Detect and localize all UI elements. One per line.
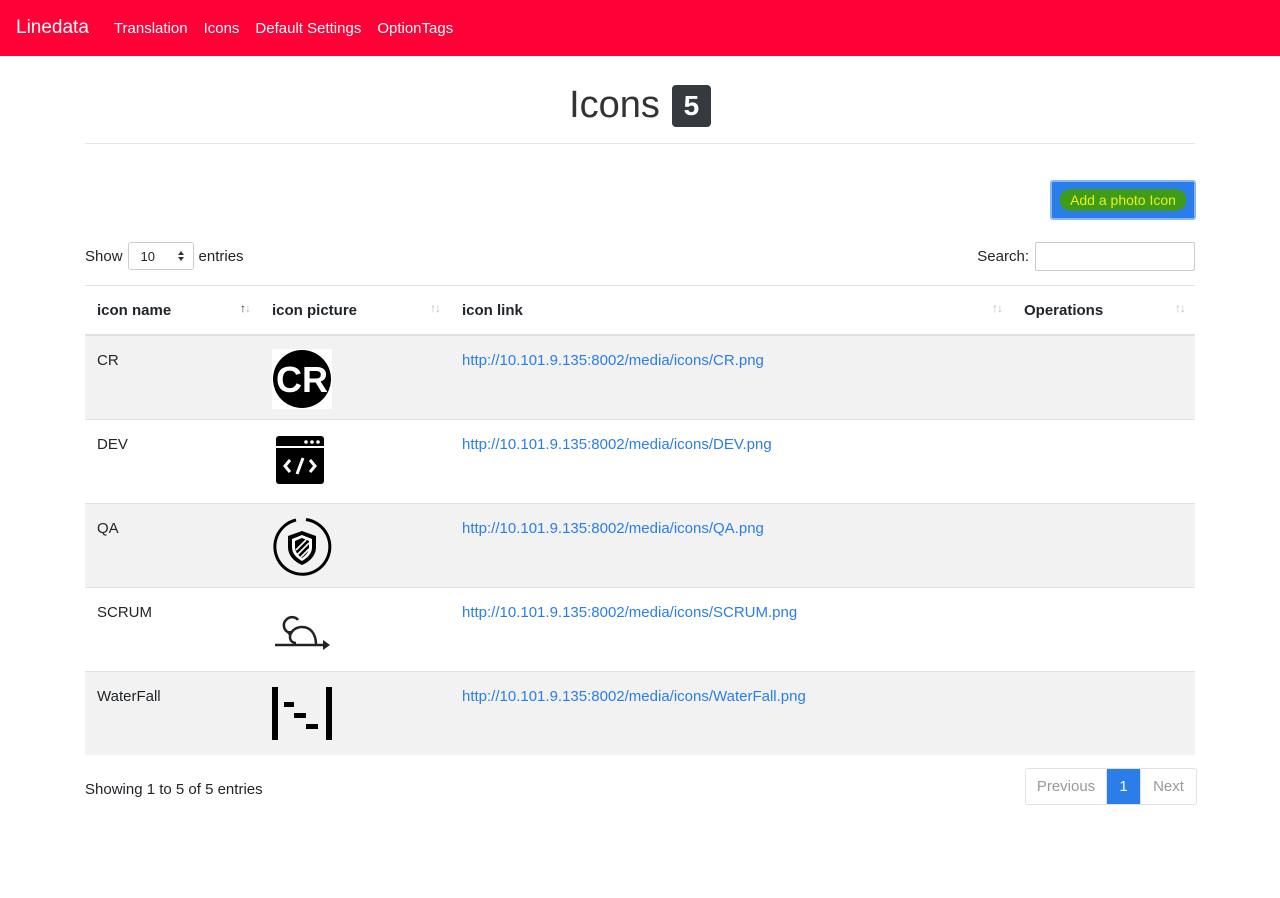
icon-link[interactable]: http://10.101.9.135:8002/media/icons/Wat… xyxy=(462,688,806,705)
cell-operations xyxy=(1012,418,1195,503)
cell-operations xyxy=(1012,334,1195,419)
cell-operations xyxy=(1012,586,1195,671)
cell-icon-link: http://10.101.9.135:8002/media/icons/SCR… xyxy=(450,586,1012,671)
cell-icon-name: DEV xyxy=(85,418,260,503)
cell-icon-picture: CR xyxy=(260,334,450,419)
cell-icon-name: CR xyxy=(85,334,260,419)
pagination: Previous 1 Next xyxy=(1025,768,1197,805)
table-row: WaterFall http://10.101.9.135:8002/media… xyxy=(85,670,1195,755)
brand-logo[interactable]: Linedata xyxy=(16,17,89,39)
cell-icon-link: http://10.101.9.135:8002/media/icons/QA.… xyxy=(450,502,1012,587)
top-navbar: Linedata Translation Icons Default Setti… xyxy=(0,0,1280,56)
shield-circle-icon xyxy=(273,517,332,576)
cell-operations xyxy=(1012,502,1195,587)
nav-link-icons[interactable]: Icons xyxy=(204,20,240,37)
add-button-label: Add a photo Icon xyxy=(1060,189,1186,211)
count-badge: 5 xyxy=(671,84,711,127)
code-window-icon xyxy=(276,435,324,484)
entries-select-value: 10 xyxy=(140,248,155,264)
cell-icon-link: http://10.101.9.135:8002/media/icons/CR.… xyxy=(450,334,1012,419)
col-header-operations[interactable]: Operations ↑↓ xyxy=(1012,285,1195,336)
cell-icon-link: http://10.101.9.135:8002/media/icons/Wat… xyxy=(450,670,1012,755)
cr-logo-icon: CR xyxy=(272,349,332,409)
entries-per-page-select[interactable]: 10 xyxy=(127,242,194,270)
svg-text:CR: CR xyxy=(276,359,328,400)
cell-icon-name: QA xyxy=(85,502,260,587)
table-info: Showing 1 to 5 of 5 entries xyxy=(85,781,263,798)
table-row: CR CR http://10.101.9.135:8002/media/ico… xyxy=(85,334,1195,419)
select-arrows-icon xyxy=(177,251,184,261)
icon-link[interactable]: http://10.101.9.135:8002/media/icons/DEV… xyxy=(462,436,772,453)
sort-icon: ↑↓ xyxy=(1175,301,1186,315)
sort-asc-icon: ↑↓ xyxy=(240,301,251,315)
sort-icon: ↑↓ xyxy=(992,301,1003,315)
table-header-row: icon name ↑↓ icon picture ↑↓ icon link ↑… xyxy=(85,285,1195,336)
col-header-label: Operations xyxy=(1024,301,1104,319)
table-row: DEV http://10.101.9.135:8002/media/icons… xyxy=(85,418,1195,503)
page-title: Icons xyxy=(569,84,660,126)
page-1-button[interactable]: 1 xyxy=(1107,769,1140,804)
search-label: Search: xyxy=(977,248,1029,265)
col-header-label: icon picture xyxy=(272,301,358,319)
nav-link-default-settings[interactable]: Default Settings xyxy=(255,20,361,37)
search-input[interactable] xyxy=(1035,242,1195,271)
icon-link[interactable]: http://10.101.9.135:8002/media/icons/QA.… xyxy=(462,520,764,537)
cell-operations xyxy=(1012,670,1195,755)
cell-icon-picture xyxy=(260,502,450,587)
col-header-icon-picture[interactable]: icon picture ↑↓ xyxy=(260,285,450,336)
add-photo-icon-button[interactable]: Add a photo Icon xyxy=(1050,180,1196,220)
cell-icon-picture xyxy=(260,670,450,755)
cell-icon-name: WaterFall xyxy=(85,670,260,755)
page-header: Icons 5 xyxy=(85,84,1195,127)
col-header-label: icon link xyxy=(462,301,523,319)
table-row: QA http://10.101.9.135:8002/media/icons/… xyxy=(85,502,1195,587)
col-header-icon-name[interactable]: icon name ↑↓ xyxy=(85,285,260,336)
previous-page-button[interactable]: Previous xyxy=(1026,769,1107,804)
entries-label: entries xyxy=(198,247,244,265)
cell-icon-link: http://10.101.9.135:8002/media/icons/DEV… xyxy=(450,418,1012,503)
table-row: SCRUM http://10.101.9.135:8002/media/ico… xyxy=(85,586,1195,671)
waterfall-steps-icon xyxy=(272,686,332,740)
show-label: Show xyxy=(85,247,123,265)
sprint-loop-icon xyxy=(275,615,330,650)
next-page-button[interactable]: Next xyxy=(1140,769,1196,804)
icon-link[interactable]: http://10.101.9.135:8002/media/icons/CR.… xyxy=(462,352,764,369)
nav-link-optiontags[interactable]: OptionTags xyxy=(377,20,453,37)
length-control: Show 10 entries xyxy=(85,242,244,270)
sort-icon: ↑↓ xyxy=(430,301,441,315)
cell-icon-name: SCRUM xyxy=(85,586,260,671)
header-divider xyxy=(85,143,1195,144)
search-control: Search: xyxy=(977,242,1195,271)
col-header-icon-link[interactable]: icon link ↑↓ xyxy=(450,285,1012,336)
cell-icon-picture xyxy=(260,418,450,503)
icons-table: icon name ↑↓ icon picture ↑↓ icon link ↑… xyxy=(85,285,1195,755)
col-header-label: icon name xyxy=(97,301,172,319)
icon-link[interactable]: http://10.101.9.135:8002/media/icons/SCR… xyxy=(462,604,797,621)
nav-link-translation[interactable]: Translation xyxy=(114,20,188,37)
cell-icon-picture xyxy=(260,586,450,671)
